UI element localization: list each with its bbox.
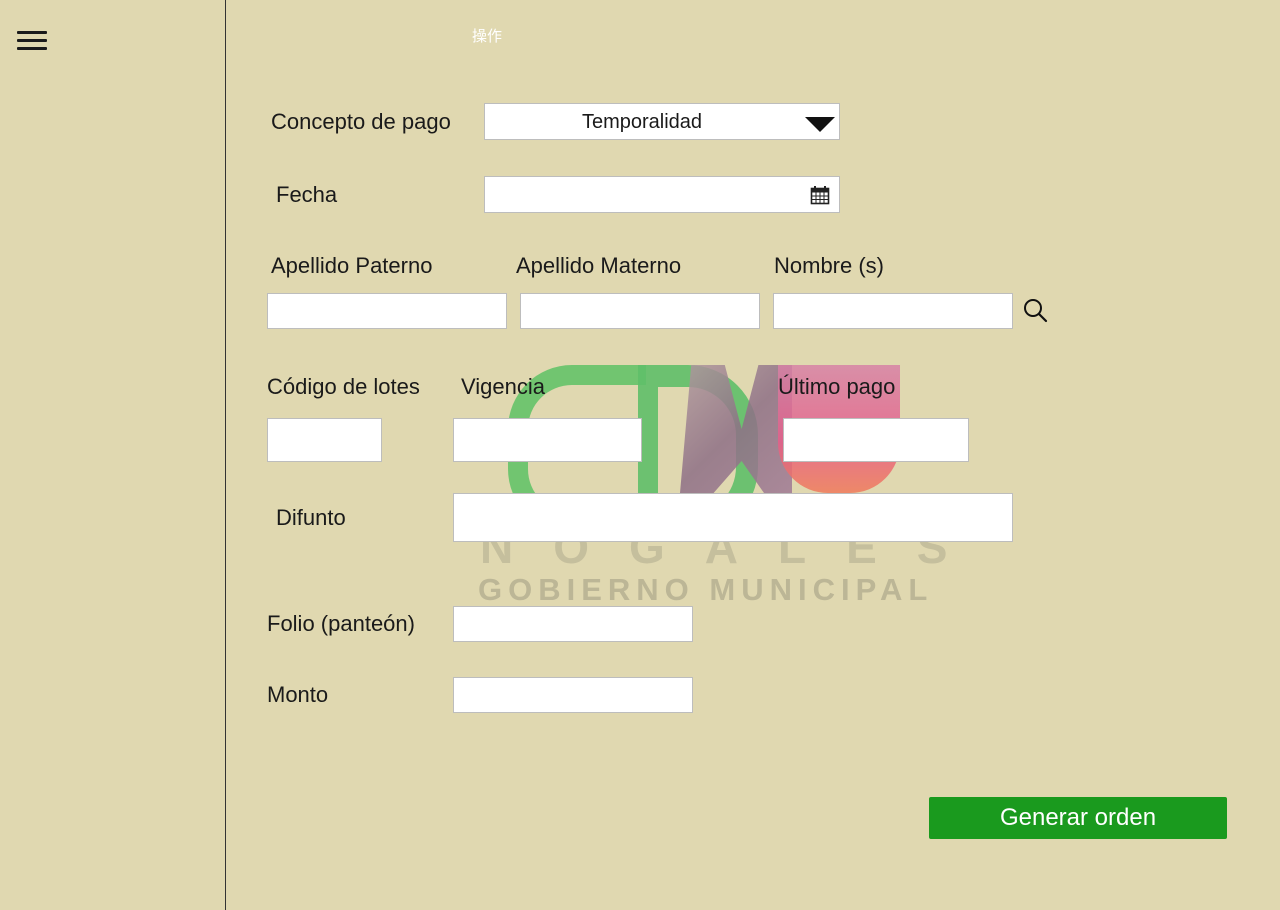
apellido-materno-label: Apellido Materno — [516, 253, 682, 278]
fecha-label: Fecha — [276, 182, 338, 207]
generate-order-button[interactable]: Generar orden — [929, 797, 1227, 839]
dropdown-arrow-icon[interactable] — [805, 117, 835, 132]
apellido-materno-input[interactable] — [520, 293, 760, 329]
nombre-input[interactable] — [773, 293, 1013, 329]
ultimo-pago-input[interactable] — [783, 418, 969, 462]
apellido-paterno-label: Apellido Paterno — [271, 253, 433, 278]
monto-label: Monto — [267, 682, 329, 707]
hamburger-menu-icon[interactable] — [17, 31, 47, 53]
monto-input[interactable] — [453, 677, 693, 713]
fecha-input[interactable] — [484, 176, 840, 213]
header-label: 操作 — [472, 28, 503, 45]
search-icon[interactable] — [1022, 297, 1048, 323]
concepto-label: Concepto de pago — [271, 109, 451, 134]
concepto-select[interactable]: Temporalidad — [484, 103, 840, 140]
codigo-lotes-input[interactable] — [267, 418, 382, 462]
calendar-icon[interactable] — [810, 185, 830, 205]
difunto-label: Difunto — [276, 505, 346, 530]
difunto-input[interactable] — [453, 493, 1013, 542]
nombre-label: Nombre (s) — [774, 253, 885, 278]
apellido-paterno-input[interactable] — [267, 293, 507, 329]
sidebar — [0, 0, 226, 910]
folio-input[interactable] — [453, 606, 693, 642]
vigencia-input[interactable] — [453, 418, 642, 462]
folio-label: Folio (panteón) — [267, 611, 415, 636]
ultimo-pago-label: Último pago — [778, 374, 896, 399]
concepto-selected-value: Temporalidad — [581, 111, 703, 133]
codigo-lotes-label: Código de lotes — [267, 374, 420, 399]
vigencia-label: Vigencia — [461, 374, 545, 399]
watermark-subtitle: GOBIERNO MUNICIPAL — [478, 572, 934, 607]
